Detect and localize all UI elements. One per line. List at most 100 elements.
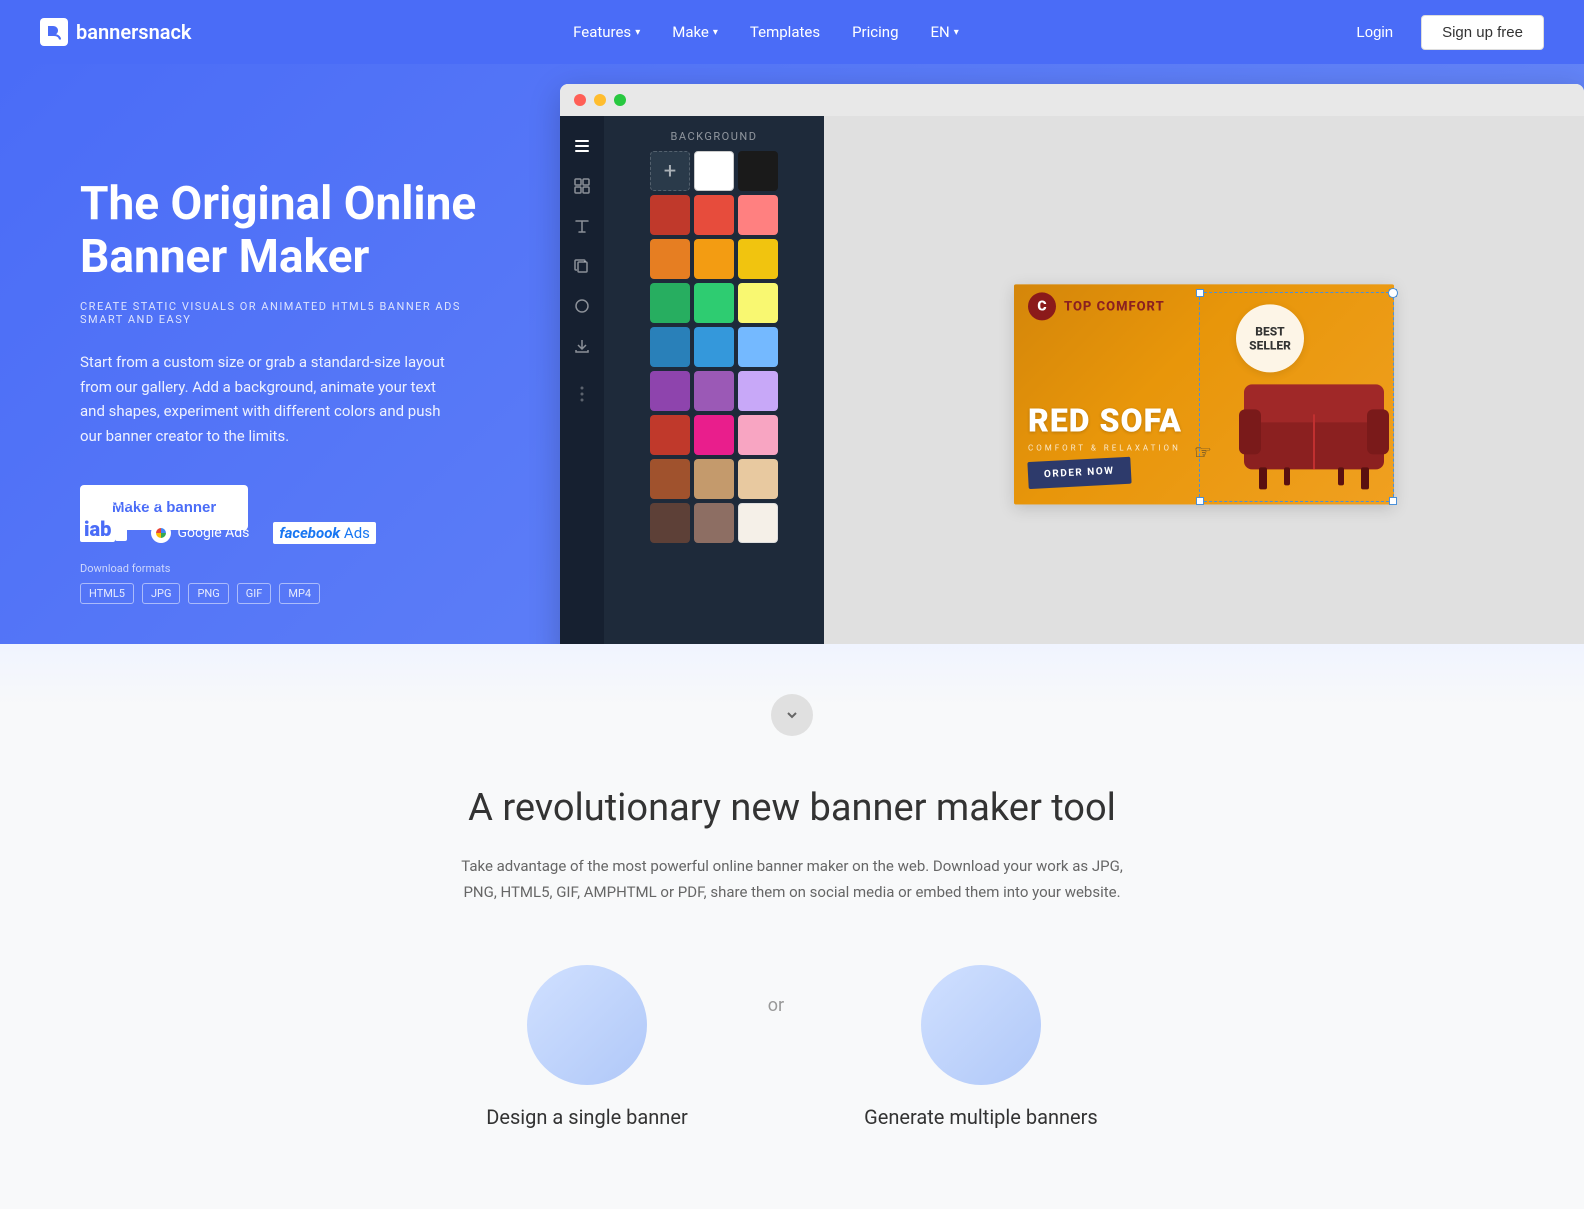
format-gif: GIF	[237, 583, 272, 604]
mac-content: BACKGROUND +	[560, 116, 1584, 644]
format-badges: HTML5 JPG PNG GIF MP4	[80, 583, 376, 604]
logo-icon	[40, 18, 68, 46]
editor-sidebar	[560, 116, 604, 644]
color-tan[interactable]	[694, 459, 734, 499]
nav-links: Features ▾ Make ▾ Templates Pricing EN ▾	[573, 23, 959, 41]
google-ads-logo: Google Ads	[151, 523, 249, 543]
banner-subtitle: COMFORT & RELAXATION	[1028, 443, 1181, 452]
section-2-cards: Design a single banner or Generate multi…	[40, 965, 1544, 1129]
export-tool[interactable]	[564, 328, 600, 364]
format-mp4: MP4	[279, 583, 320, 604]
make-chevron-icon: ▾	[713, 27, 718, 38]
nav-pricing[interactable]: Pricing	[852, 23, 898, 41]
sofa-image	[1234, 354, 1394, 504]
color-magenta[interactable]	[650, 415, 690, 455]
card-single-title: Design a single banner	[486, 1105, 687, 1129]
hero-section: The Original Online Banner Maker CREATE …	[0, 64, 1584, 644]
mac-maximize-btn[interactable]	[614, 94, 626, 106]
color-dark-brown[interactable]	[650, 503, 690, 543]
color-light-purple[interactable]	[694, 371, 734, 411]
language-selector[interactable]: EN ▾	[931, 23, 959, 41]
shape-tool[interactable]	[564, 288, 600, 324]
compatibility-section: Compatible with iab. Google Ads	[80, 495, 376, 604]
seller-label: SELLER	[1249, 338, 1291, 352]
card-multiple-banners: Generate multiple banners	[864, 965, 1098, 1129]
navbar-actions: Login Sign up free	[1340, 15, 1544, 50]
layers-tool[interactable]	[564, 128, 600, 164]
scroll-down-button[interactable]	[771, 694, 813, 736]
color-light-blue[interactable]	[738, 327, 778, 367]
copy-tool[interactable]	[564, 248, 600, 284]
color-pink[interactable]	[738, 415, 778, 455]
color-orange[interactable]	[650, 239, 690, 279]
canvas-area[interactable]: C TOP COMFORT BEST SELLER	[824, 116, 1584, 644]
color-light-red[interactable]	[738, 195, 778, 235]
section-2-description: Take advantage of the most powerful onli…	[452, 854, 1132, 905]
format-html5: HTML5	[80, 583, 134, 604]
brand-logo[interactable]: bannersnack	[40, 18, 191, 46]
section-2-title: A revolutionary new banner maker tool	[40, 786, 1544, 830]
color-light-yellow[interactable]	[738, 283, 778, 323]
color-red[interactable]	[694, 195, 734, 235]
color-green[interactable]	[650, 283, 690, 323]
color-white[interactable]	[694, 151, 734, 191]
mac-minimize-btn[interactable]	[594, 94, 606, 106]
banner-top-bar: C TOP COMFORT	[1014, 284, 1394, 328]
format-png: PNG	[188, 583, 228, 604]
color-hot-pink[interactable]	[694, 415, 734, 455]
lang-chevron-icon: ▾	[954, 27, 959, 38]
hero-subtitle: CREATE STATIC VISUALS OR ANIMATED HTML5 …	[80, 300, 480, 326]
color-medium-brown[interactable]	[694, 503, 734, 543]
color-brown[interactable]	[650, 459, 690, 499]
color-dark-red[interactable]	[650, 195, 690, 235]
color-panel-content: BACKGROUND +	[604, 116, 824, 644]
best-label: BEST	[1255, 324, 1284, 338]
features-chevron-icon: ▾	[635, 27, 640, 38]
nav-templates[interactable]: Templates	[750, 23, 820, 41]
color-black[interactable]	[738, 151, 778, 191]
card-multiple-icon	[921, 965, 1041, 1085]
text-tool[interactable]	[564, 208, 600, 244]
google-ads-text: Google Ads	[177, 525, 249, 541]
color-blue[interactable]	[650, 327, 690, 367]
color-dark-orange[interactable]	[694, 239, 734, 279]
color-light-tan[interactable]	[738, 459, 778, 499]
facebook-ads-logo: facebook Ads	[273, 522, 376, 544]
color-sky-blue[interactable]	[694, 327, 734, 367]
color-light-green[interactable]	[694, 283, 734, 323]
format-jpg: JPG	[142, 583, 181, 604]
banner-preview: C TOP COMFORT BEST SELLER	[1014, 284, 1394, 504]
layout-tool[interactable]	[564, 168, 600, 204]
card-single-icon	[527, 965, 647, 1085]
mac-close-btn[interactable]	[574, 94, 586, 106]
editor-mockup: BACKGROUND +	[520, 64, 1584, 644]
compat-logos: iab. Google Ads facebook Ads	[80, 517, 376, 550]
card-multiple-title: Generate multiple banners	[864, 1105, 1098, 1129]
compat-label: Compatible with	[80, 495, 376, 509]
banner-title: RED SOFA	[1028, 401, 1182, 439]
banner-cta: ORDER NOW	[1027, 457, 1131, 489]
background-label: BACKGROUND	[604, 116, 824, 151]
or-divider: or	[768, 965, 784, 1016]
hero-title: The Original Online Banner Maker	[80, 178, 480, 284]
scroll-section	[0, 644, 1584, 706]
nav-make[interactable]: Make ▾	[672, 23, 718, 41]
color-lavender[interactable]	[738, 371, 778, 411]
signup-button[interactable]: Sign up free	[1421, 15, 1544, 50]
hero-content: The Original Online Banner Maker CREATE …	[0, 64, 520, 644]
more-tools[interactable]	[564, 376, 600, 412]
banner-logo: C	[1028, 292, 1056, 320]
hero-description: Start from a custom size or grab a stand…	[80, 350, 460, 449]
banner-inner: C TOP COMFORT BEST SELLER	[1014, 284, 1394, 504]
iab-logo: iab.	[80, 517, 127, 550]
banner-brand: TOP COMFORT	[1064, 299, 1165, 314]
login-button[interactable]: Login	[1340, 16, 1409, 49]
color-purple[interactable]	[650, 371, 690, 411]
section-2: A revolutionary new banner maker tool Ta…	[0, 706, 1584, 1209]
download-label: Download formats	[80, 562, 376, 575]
add-color-button[interactable]: +	[650, 151, 690, 191]
nav-features[interactable]: Features ▾	[573, 23, 640, 41]
color-panel: BACKGROUND +	[604, 116, 824, 644]
color-yellow[interactable]	[738, 239, 778, 279]
color-off-white[interactable]	[738, 503, 778, 543]
